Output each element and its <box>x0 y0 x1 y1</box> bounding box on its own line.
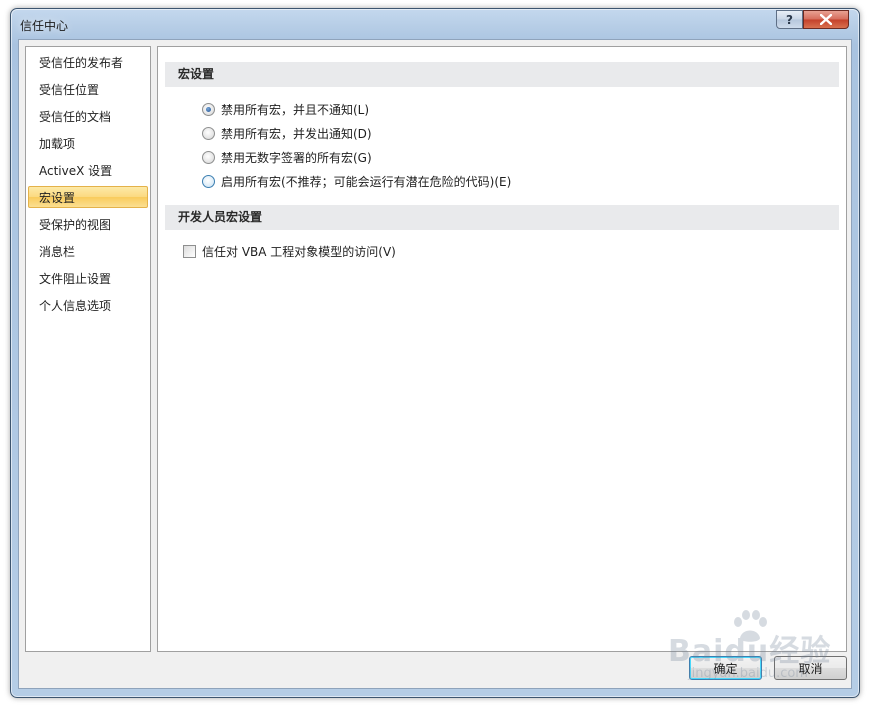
radio-label: 禁用所有宏，并发出通知(D) <box>221 126 372 141</box>
nav-item-label: 受信任的文档 <box>39 110 112 124</box>
title-bar[interactable]: 信任中心 ? <box>11 9 859 39</box>
help-button[interactable]: ? <box>776 10 803 29</box>
radio-label: 禁用无数字签署的所有宏(G) <box>221 150 372 165</box>
trust-vba-access-option[interactable]: 信任对 VBA 工程对象模型的访问(V) <box>183 242 396 260</box>
nav-item-trusted-publishers[interactable]: 受信任的发布者 <box>28 51 148 73</box>
radio-label: 启用所有宏(不推荐；可能会运行有潜在危险的代码)(E) <box>221 174 512 189</box>
nav-item-label: 宏设置 <box>39 191 76 205</box>
nav-item-label: 个人信息选项 <box>39 299 112 313</box>
close-icon <box>820 14 832 25</box>
nav-item-add-ins[interactable]: 加载项 <box>28 132 148 154</box>
settings-content: 宏设置 禁用所有宏，并且不通知(L) 禁用所有宏，并发出通知(D) 禁用无数字签… <box>157 46 847 652</box>
nav-item-label: ActiveX 设置 <box>39 164 113 178</box>
nav-item-file-block-settings[interactable]: 文件阻止设置 <box>28 267 148 289</box>
checkbox-label: 信任对 VBA 工程对象模型的访问(V) <box>202 244 396 259</box>
nav-item-privacy-options[interactable]: 个人信息选项 <box>28 294 148 316</box>
nav-item-label: 受信任位置 <box>39 83 100 97</box>
radio-disable-all-no-notify[interactable]: 禁用所有宏，并且不通知(L) <box>202 100 369 118</box>
nav-item-message-bar[interactable]: 消息栏 <box>28 240 148 262</box>
radio-button[interactable] <box>202 174 215 188</box>
cancel-button[interactable]: 取消 <box>774 656 847 680</box>
nav-item-label: 加载项 <box>39 137 76 151</box>
radio-button[interactable] <box>202 150 215 164</box>
nav-item-trusted-locations[interactable]: 受信任位置 <box>28 78 148 100</box>
help-icon: ? <box>786 12 793 27</box>
nav-item-activex-settings[interactable]: ActiveX 设置 <box>28 159 148 181</box>
radio-enable-all[interactable]: 启用所有宏(不推荐；可能会运行有潜在危险的代码)(E) <box>202 172 511 190</box>
nav-item-protected-view[interactable]: 受保护的视图 <box>28 213 148 235</box>
trust-center-dialog: 信任中心 ? 受信任的发布者 受信任位置 受信任的文档 加载项 ActiveX … <box>10 8 860 698</box>
category-list: 受信任的发布者 受信任位置 受信任的文档 加载项 ActiveX 设置 宏设置 … <box>25 46 151 652</box>
nav-item-label: 文件阻止设置 <box>39 272 112 286</box>
radio-button[interactable] <box>202 126 215 140</box>
ok-button[interactable]: 确定 <box>689 656 762 680</box>
radio-disable-unsigned[interactable]: 禁用无数字签署的所有宏(G) <box>202 148 372 166</box>
nav-item-trusted-documents[interactable]: 受信任的文档 <box>28 105 148 127</box>
nav-item-label: 受信任的发布者 <box>39 56 124 70</box>
trust-vba-checkbox[interactable] <box>183 244 196 258</box>
nav-item-label: 受保护的视图 <box>39 218 112 232</box>
radio-label: 禁用所有宏，并且不通知(L) <box>221 102 370 117</box>
nav-item-label: 消息栏 <box>39 245 76 259</box>
nav-item-macro-settings[interactable]: 宏设置 <box>28 186 148 208</box>
window-title: 信任中心 <box>20 19 69 33</box>
developer-macro-settings-header: 开发人员宏设置 <box>165 205 839 230</box>
macro-settings-header: 宏设置 <box>165 62 839 87</box>
radio-disable-all-notify[interactable]: 禁用所有宏，并发出通知(D) <box>202 124 372 142</box>
close-button[interactable] <box>803 10 849 29</box>
dialog-client-area: 受信任的发布者 受信任位置 受信任的文档 加载项 ActiveX 设置 宏设置 … <box>18 39 852 689</box>
radio-button-checked[interactable] <box>202 102 215 116</box>
